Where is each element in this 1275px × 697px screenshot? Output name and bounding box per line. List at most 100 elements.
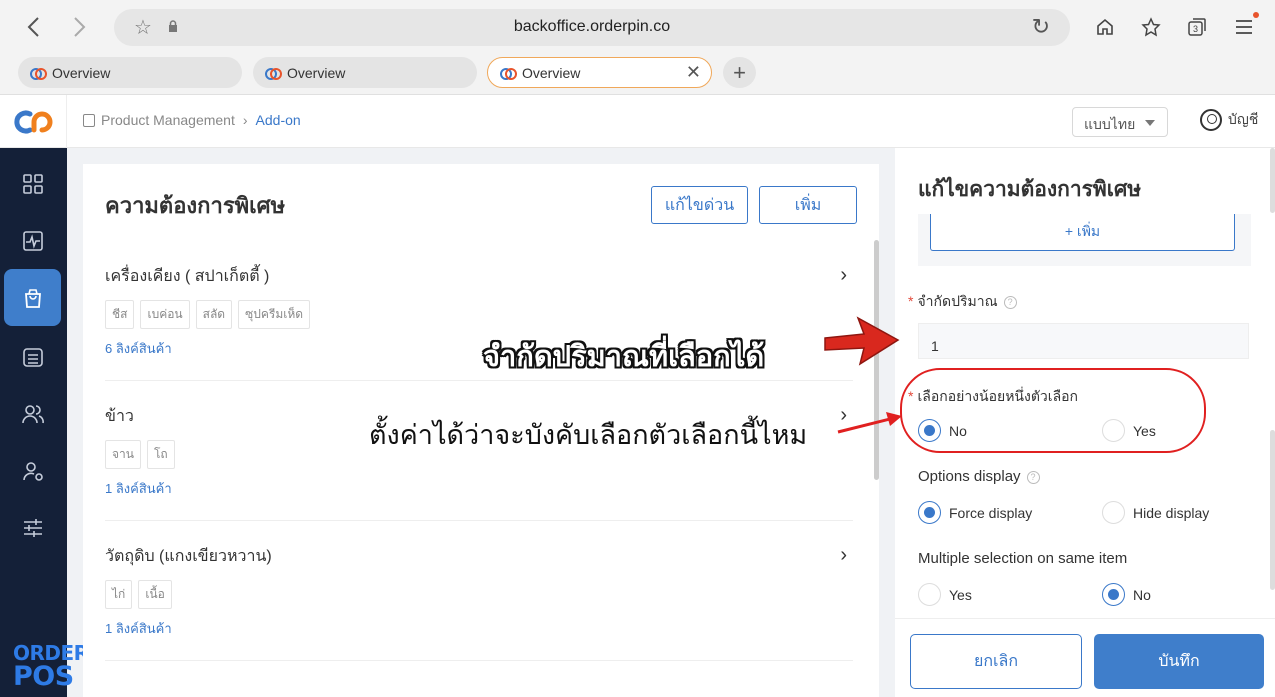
account-label: บัญชี	[1228, 111, 1259, 127]
shopping-bag-icon	[24, 288, 41, 308]
sidebar-item-products[interactable]	[4, 269, 61, 326]
language-select[interactable]: แบบไทย	[1072, 107, 1168, 137]
radio-label: Yes	[949, 586, 972, 603]
chevron-right-icon: ›	[242, 112, 248, 128]
chevron-right-icon[interactable]: ›	[840, 544, 847, 567]
tab-label: Overview	[287, 64, 346, 81]
addon-group[interactable]: วัตถุดิบ (แกงเขียวหวาน) › ไก่ เนื้อ 1 ลิ…	[105, 544, 853, 661]
radio-circle	[918, 501, 941, 524]
browser-chrome: ☆ backoffice.orderpin.co ↻ 3 Overview Ov…	[0, 0, 1275, 95]
tabs-icon[interactable]: 3	[1182, 12, 1212, 42]
hide-display-radio[interactable]: Hide display	[1102, 501, 1209, 524]
required-asterisk: *	[908, 293, 914, 309]
chevron-right-icon[interactable]: ›	[840, 264, 847, 287]
option-tag: ชีส	[105, 300, 135, 329]
orderpin-favicon-icon	[265, 68, 282, 80]
option-tag: ซุปครีมเห็ด	[238, 300, 311, 329]
sidebar-item-dashboard[interactable]	[4, 155, 61, 212]
close-icon[interactable]: ✕	[686, 62, 701, 83]
radio-label: No	[1133, 586, 1151, 603]
sidebar-item-customers[interactable]	[4, 385, 61, 442]
add-option-button[interactable]: + เพิ่ม	[930, 214, 1235, 251]
tab-overview-2[interactable]: Overview	[253, 57, 477, 88]
options-box: + เพิ่ม	[918, 214, 1251, 266]
force-display-radio[interactable]: Force display	[918, 501, 1032, 524]
plus-icon[interactable]: +	[723, 57, 756, 88]
multi-select-radio-yes[interactable]: Yes	[918, 583, 972, 606]
forward-icon[interactable]	[65, 12, 95, 42]
radio-circle	[1102, 583, 1125, 606]
reload-icon[interactable]: ↻	[1032, 14, 1050, 40]
notification-dot	[1253, 12, 1259, 18]
bookmarks-icon[interactable]	[1137, 12, 1167, 42]
option-tag: เบค่อน	[140, 300, 190, 329]
tab-overview-active[interactable]: Overview ✕	[487, 57, 712, 88]
drawer-footer: ยกเลิก บันทึก	[895, 618, 1275, 697]
language-value: แบบไทย	[1084, 116, 1136, 132]
save-button[interactable]: บันทึก	[1094, 634, 1264, 689]
red-pointer-arrow-icon	[837, 412, 902, 434]
archive-icon	[22, 347, 43, 367]
limit-label-text: จำกัดปริมาณ	[917, 293, 998, 309]
radio-label: Hide display	[1133, 504, 1210, 521]
orderpin-logo[interactable]	[0, 95, 67, 148]
tab-label: Overview	[522, 64, 581, 81]
order-pos-logo: ORDER POS	[13, 642, 89, 690]
red-arrow-icon	[824, 316, 900, 366]
tab-overview-1[interactable]: Overview	[18, 57, 242, 88]
help-icon[interactable]: ?	[1026, 470, 1040, 484]
highlight-ellipse	[900, 368, 1206, 453]
option-tag: ไก่	[105, 580, 133, 609]
radio-label: Force display	[949, 504, 1033, 521]
breadcrumb-current[interactable]: Add-on	[256, 112, 301, 128]
options-display-label: Options display?	[918, 468, 1040, 485]
sidebar-item-staff[interactable]	[4, 442, 61, 499]
sidebar	[0, 148, 67, 697]
multi-select-radio-no[interactable]: No	[1102, 583, 1151, 606]
url-text: backoffice.orderpin.co	[513, 18, 671, 35]
radio-circle	[1102, 501, 1125, 524]
page-title: ความต้องการพิเศษ	[105, 193, 286, 218]
home-icon[interactable]	[1090, 12, 1120, 42]
group-name: เครื่องเคียง ( สปาเก็ตตี้ )	[105, 268, 270, 285]
annotation-title: จำกัดปริมาณที่เลือกได้	[483, 339, 765, 373]
menu-icon[interactable]	[1229, 12, 1259, 42]
orderpin-favicon-icon	[500, 68, 517, 80]
svg-text:3: 3	[1193, 24, 1198, 34]
help-icon[interactable]: ?	[1003, 295, 1017, 309]
user-settings-icon	[22, 461, 43, 481]
sliders-icon	[23, 518, 42, 537]
tag-list: ชีส เบค่อน สลัด ซุปครีมเห็ด	[105, 300, 311, 329]
tab-label: Overview	[52, 64, 111, 81]
option-tag: โถ	[146, 440, 175, 469]
group-name: วัตถุดิบ (แกงเขียวหวาน)	[105, 548, 272, 565]
account-menu[interactable]: บัญชี	[1200, 109, 1258, 131]
tag-list: จาน โถ	[105, 440, 175, 469]
quick-edit-button[interactable]: แก้ไขด่วน	[651, 186, 748, 224]
grid-icon	[22, 173, 43, 194]
address-bar[interactable]: ☆ backoffice.orderpin.co ↻	[114, 9, 1070, 46]
linked-products-link[interactable]: 1 ลิงค์สินค้า	[105, 478, 172, 499]
breadcrumb: Product Management › Add-on	[83, 112, 301, 128]
sidebar-item-settings[interactable]	[4, 499, 61, 556]
caret-down-icon	[1145, 120, 1155, 126]
sidebar-item-inventory[interactable]	[4, 328, 61, 385]
tag-list: ไก่ เนื้อ	[105, 580, 172, 609]
drawer-scrollbar[interactable]	[1270, 148, 1275, 213]
sidebar-item-reports[interactable]	[4, 212, 61, 269]
page-scrollbar[interactable]	[1270, 430, 1275, 590]
limit-quantity-input[interactable]	[918, 323, 1249, 359]
breadcrumb-parent[interactable]: Product Management	[101, 112, 235, 128]
add-button[interactable]: เพิ่ม	[759, 186, 857, 224]
linked-products-link[interactable]: 1 ลิงค์สินค้า	[105, 618, 172, 639]
option-tag: เนื้อ	[138, 580, 172, 609]
back-icon[interactable]	[18, 12, 48, 42]
cancel-button[interactable]: ยกเลิก	[910, 634, 1082, 689]
limit-label: * จำกัดปริมาณ?	[908, 291, 1017, 313]
annotation-subtitle: ตั้งค่าได้ว่าจะบังคับเลือกตัวเลือกนี้ไหม	[369, 420, 808, 451]
activity-icon	[22, 230, 43, 251]
radio-circle	[918, 583, 941, 606]
orderpin-favicon-icon	[30, 68, 47, 80]
options-display-label-text: Options display	[918, 468, 1021, 485]
linked-products-link[interactable]: 6 ลิงค์สินค้า	[105, 338, 172, 359]
